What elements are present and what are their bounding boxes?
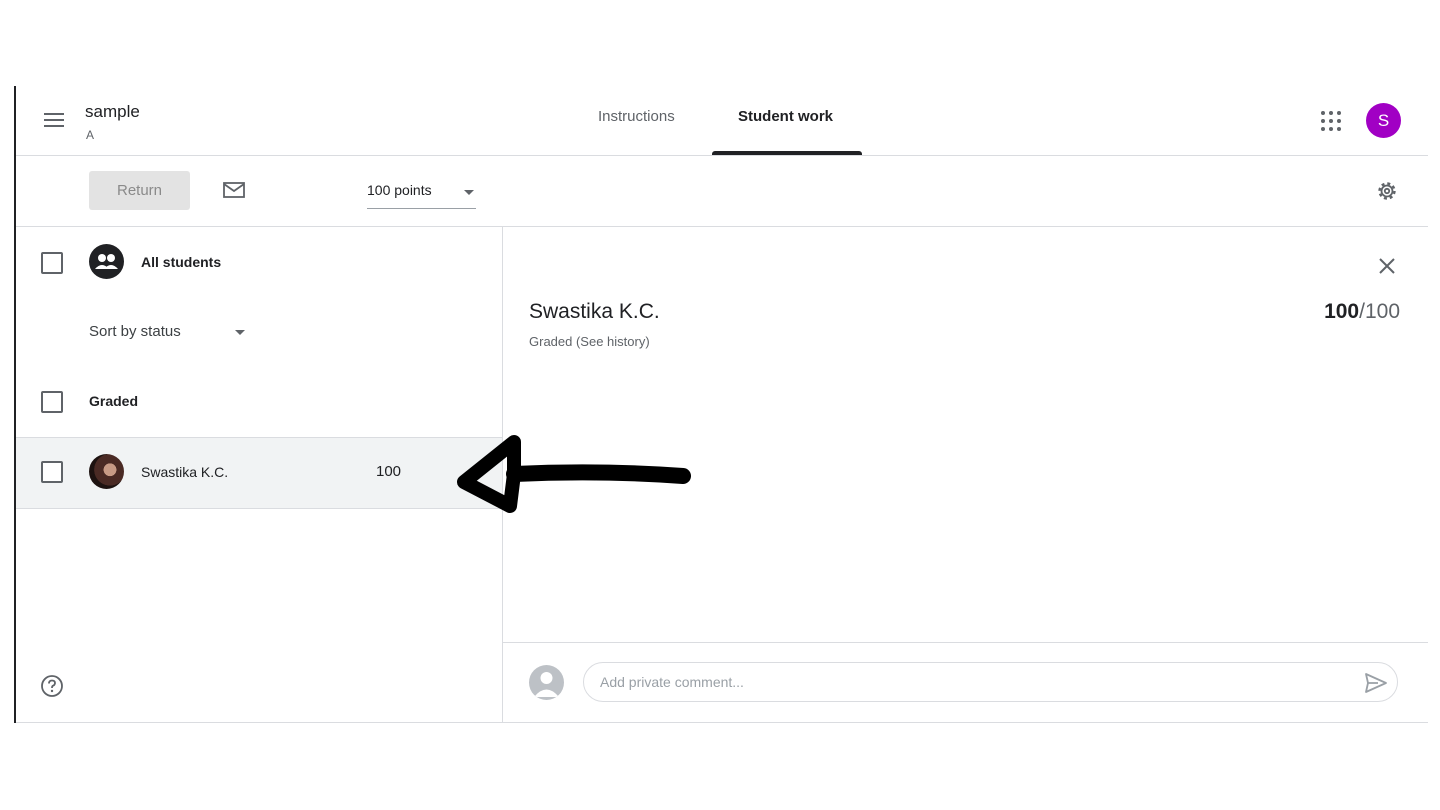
header-divider xyxy=(16,155,1428,156)
account-avatar[interactable]: S xyxy=(1366,103,1401,138)
arrow-annotation xyxy=(450,430,700,520)
sort-label: Sort by status xyxy=(89,323,181,340)
student-name[interactable]: Swastika K.C. xyxy=(141,464,228,480)
tab-instructions[interactable]: Instructions xyxy=(598,108,675,125)
student-grade[interactable]: 100 xyxy=(376,463,401,480)
points-value: 100 points xyxy=(367,182,432,198)
group-heading: Graded xyxy=(89,393,139,409)
bottom-border xyxy=(16,722,1428,723)
points-select[interactable]: 100 points xyxy=(367,182,476,209)
score-total: /100 xyxy=(1359,300,1400,323)
help-icon[interactable] xyxy=(40,674,64,698)
menu-icon[interactable] xyxy=(41,109,67,133)
close-icon[interactable] xyxy=(1377,256,1397,276)
return-button[interactable]: Return xyxy=(89,171,190,210)
toolbar-divider xyxy=(16,226,1428,227)
see-history-link[interactable]: Graded (See history) xyxy=(529,334,650,349)
class-section: A xyxy=(86,128,95,142)
private-comment-input[interactable] xyxy=(583,662,1398,702)
select-all-checkbox[interactable] xyxy=(41,252,63,274)
detail-student-name: Swastika K.C. xyxy=(529,300,660,323)
group-icon xyxy=(89,244,124,279)
score-value: 100 xyxy=(1324,300,1360,323)
chevron-down-icon xyxy=(464,190,474,195)
gear-icon[interactable] xyxy=(1375,179,1399,203)
comment-divider xyxy=(503,642,1428,643)
mail-icon[interactable] xyxy=(222,180,246,200)
tab-student-work[interactable]: Student work xyxy=(738,108,833,125)
sort-select[interactable]: Sort by status xyxy=(89,323,249,343)
apps-grid-icon[interactable] xyxy=(1320,110,1342,132)
detail-score[interactable]: 100/100 xyxy=(1324,300,1400,324)
active-tab-indicator xyxy=(712,151,862,155)
avatar xyxy=(529,665,564,700)
avatar xyxy=(89,454,124,489)
class-title: sample xyxy=(85,102,140,121)
send-icon[interactable] xyxy=(1364,672,1388,694)
student-checkbox[interactable] xyxy=(41,461,63,483)
graded-group-checkbox[interactable] xyxy=(41,391,63,413)
chevron-down-icon xyxy=(235,330,245,335)
all-students-label[interactable]: All students xyxy=(141,254,221,270)
